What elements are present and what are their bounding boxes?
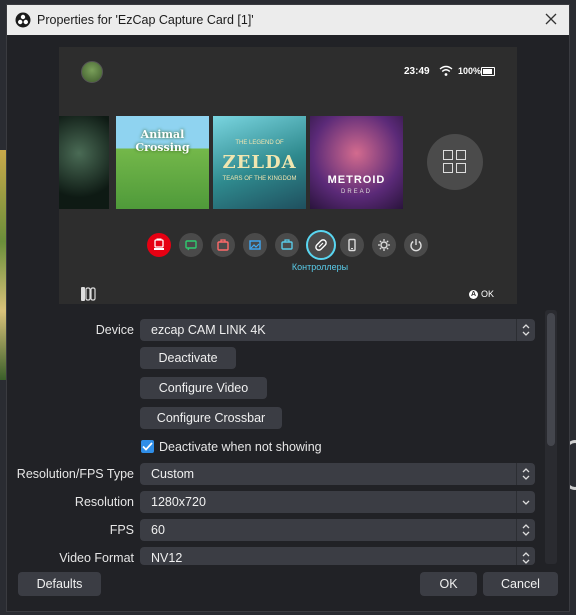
joycon-icon bbox=[81, 287, 96, 301]
updown-arrows-icon bbox=[516, 547, 535, 565]
window-title: Properties for 'EzCap Capture Card [1]' bbox=[37, 13, 254, 27]
updown-arrows-icon bbox=[516, 463, 535, 485]
device-select[interactable]: ezcap CAM LINK 4K bbox=[140, 319, 535, 341]
cancel-button[interactable]: Cancel bbox=[483, 572, 558, 596]
news-icon bbox=[179, 233, 203, 257]
eshop-bag-icon bbox=[211, 233, 235, 257]
resolution-label: Resolution bbox=[74, 495, 134, 509]
controllers-icon bbox=[306, 230, 336, 260]
deactivate-when-not-showing-label[interactable]: Deactivate when not showing bbox=[159, 440, 322, 454]
system-settings-icon bbox=[372, 233, 396, 257]
capture-preview: 23:49 100% Animal Crossing THE LEGEND OF… bbox=[59, 47, 517, 304]
eshop-icon bbox=[147, 233, 171, 257]
resolution-fps-type-select[interactable]: Custom bbox=[140, 463, 535, 485]
game-subtitle: TEARS OF THE KINGDOM bbox=[222, 176, 297, 182]
configure-crossbar-button[interactable]: Configure Crossbar bbox=[140, 407, 282, 429]
selected-home-caption: Контроллеры bbox=[291, 262, 349, 272]
video-format-label: Video Format bbox=[59, 551, 134, 565]
defaults-button[interactable]: Defaults bbox=[18, 572, 101, 596]
a-button-icon: A bbox=[469, 290, 478, 300]
sleep-icon bbox=[404, 233, 428, 257]
close-icon[interactable] bbox=[543, 11, 559, 27]
game-tile: METROID DREAD bbox=[310, 116, 403, 209]
fps-label: FPS bbox=[109, 523, 134, 537]
fps-value: 60 bbox=[151, 523, 165, 537]
wifi-icon bbox=[439, 65, 453, 76]
properties-dialog: Properties for 'EzCap Capture Card [1]' … bbox=[6, 4, 570, 612]
device-value: ezcap CAM LINK 4K bbox=[151, 323, 266, 337]
album-icon bbox=[243, 233, 267, 257]
chevron-down-icon bbox=[516, 491, 535, 513]
game-tile: THE LEGEND OF ZELDA TEARS OF THE KINGDOM bbox=[213, 116, 306, 209]
ok-button[interactable]: OK bbox=[420, 572, 477, 596]
status-time: 23:49 bbox=[404, 66, 430, 77]
deactivate-when-not-showing-checkbox[interactable] bbox=[141, 440, 154, 453]
configure-video-button[interactable]: Configure Video bbox=[140, 377, 267, 399]
video-format-select[interactable]: NV12 bbox=[140, 547, 535, 565]
fps-select[interactable]: 60 bbox=[140, 519, 535, 541]
game-subtitle: THE LEGEND OF bbox=[235, 140, 284, 146]
battery-icon bbox=[481, 67, 495, 76]
ok-hint-label: OK bbox=[481, 289, 495, 299]
user-avatar bbox=[81, 61, 103, 83]
battery-percent: 100% bbox=[458, 66, 482, 76]
obs-logo-icon bbox=[15, 12, 31, 28]
all-software-icon bbox=[427, 134, 483, 190]
video-format-value: NV12 bbox=[151, 551, 183, 565]
resolution-fps-type-label: Resolution/FPS Type bbox=[16, 467, 134, 481]
resolution-value: 1280x720 bbox=[151, 495, 206, 509]
resolution-fps-type-value: Custom bbox=[151, 467, 195, 481]
deactivate-button[interactable]: Deactivate bbox=[140, 347, 236, 369]
console-icon bbox=[340, 233, 364, 257]
game-tile bbox=[59, 116, 109, 209]
ok-hint: A OK bbox=[469, 289, 495, 300]
game-title: METROID bbox=[327, 174, 386, 186]
title-bar: Properties for 'EzCap Capture Card [1]' bbox=[7, 5, 569, 35]
scrollbar-thumb[interactable] bbox=[547, 313, 555, 446]
game-title: Animal Crossing bbox=[135, 128, 190, 154]
updown-arrows-icon bbox=[516, 519, 535, 541]
updown-arrows-icon bbox=[516, 319, 535, 341]
scrollbar[interactable] bbox=[545, 310, 557, 564]
game-tile: Animal Crossing bbox=[116, 116, 209, 209]
game-subtitle: DREAD bbox=[340, 189, 372, 195]
chat-icon bbox=[275, 233, 299, 257]
game-title: ZELDA bbox=[222, 152, 297, 173]
device-label: Device bbox=[95, 323, 134, 337]
resolution-combobox[interactable]: 1280x720 bbox=[140, 491, 535, 513]
